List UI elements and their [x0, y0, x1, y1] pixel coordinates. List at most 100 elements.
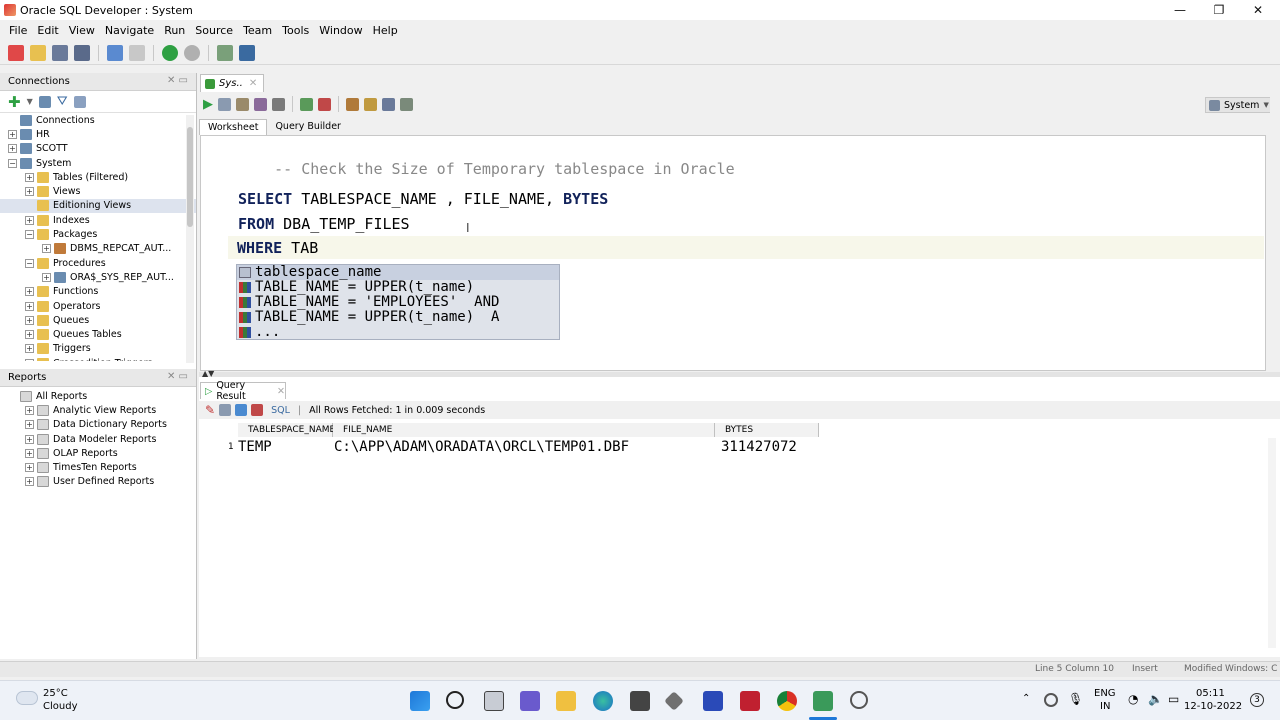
print-icon[interactable] [219, 404, 232, 416]
expand-icon[interactable]: + [42, 272, 51, 282]
app-icon[interactable] [664, 691, 684, 711]
edge-icon[interactable] [593, 691, 613, 711]
collapse-icon[interactable]: − [25, 258, 34, 268]
migration-icon[interactable] [217, 44, 233, 61]
clear-icon[interactable] [364, 97, 377, 111]
tree-item[interactable]: + HR [0, 127, 196, 141]
tree-item[interactable]: + Data Dictionary Reports [0, 418, 196, 432]
panel-close-icon[interactable]: ✕ ▭ [167, 75, 188, 86]
collapse-icon[interactable]: − [25, 230, 34, 240]
schema-browser-icon[interactable] [73, 95, 86, 108]
column-header-tablespace-name[interactable]: TABLESPACE_NAME [238, 423, 335, 437]
close-button[interactable]: ✕ [1238, 0, 1278, 20]
tree-item[interactable]: − System [0, 156, 196, 170]
result-vertical-scrollbar[interactable] [1268, 438, 1276, 648]
wifi-icon[interactable]: ◔ [1128, 692, 1138, 706]
tree-item[interactable]: + User Defined Reports [0, 475, 196, 489]
sql-link[interactable]: SQL [271, 405, 290, 416]
tree-item[interactable]: All Reports [0, 389, 196, 403]
connections-scrollbar[interactable] [186, 115, 194, 363]
expand-icon[interactable]: + [25, 187, 34, 197]
worksheet-doc-tab[interactable]: Sys.. ✕ [200, 74, 264, 92]
menu-view[interactable]: View [69, 24, 95, 37]
rollback-icon[interactable] [318, 97, 331, 111]
tab-worksheet[interactable]: Worksheet [199, 119, 268, 135]
back-icon[interactable] [162, 44, 178, 61]
task-view-icon[interactable] [484, 691, 504, 711]
menu-source[interactable]: Source [195, 24, 233, 37]
autocomplete-item[interactable]: TABLE_NAME = UPPER(t_name) A [237, 310, 559, 325]
table-row[interactable]: 1 TEMP C:\APP\ADAM\ORADATA\ORCL\TEMP01.D… [200, 439, 820, 457]
cell-bytes[interactable]: 311427072 [721, 439, 797, 455]
expand-icon[interactable]: + [25, 434, 34, 444]
tree-item[interactable]: + Data Modeler Reports [0, 432, 196, 446]
refresh-icon[interactable] [235, 404, 248, 416]
autotrace-icon[interactable] [236, 97, 249, 111]
volume-icon[interactable]: 🔈 [1148, 692, 1163, 706]
notification-badge[interactable]: 3 [1250, 693, 1264, 707]
tree-item[interactable]: + Queues [0, 313, 196, 327]
autocomplete-item[interactable]: TABLE_NAME = UPPER(t_name) [237, 280, 559, 295]
tree-item[interactable]: + Queues Tables [0, 327, 196, 341]
redo-icon[interactable] [129, 44, 145, 61]
save-all-icon[interactable] [74, 44, 90, 61]
chevron-up-icon[interactable]: ⌃ [1022, 693, 1030, 704]
tree-item[interactable]: + Tables (Filtered) [0, 170, 196, 184]
input-region[interactable]: IN [1100, 701, 1110, 712]
tree-item[interactable]: Editioning Views [0, 198, 196, 214]
scrollbar-thumb[interactable] [187, 127, 193, 227]
expand-icon[interactable]: + [42, 244, 51, 254]
tree-item[interactable]: + Functions [0, 285, 196, 299]
tree-item[interactable]: + Indexes [0, 213, 196, 227]
store-icon[interactable] [630, 691, 650, 711]
pin-icon[interactable]: ✎ [205, 403, 215, 417]
save-icon[interactable] [52, 44, 68, 61]
microphone-icon[interactable]: 🎙 [1068, 692, 1083, 706]
run-script-icon[interactable] [218, 97, 231, 111]
search-icon[interactable] [446, 691, 464, 709]
expand-icon[interactable]: + [25, 448, 34, 458]
tree-item[interactable]: + Views [0, 184, 196, 198]
menu-window[interactable]: Window [319, 24, 362, 37]
expand-icon[interactable]: + [25, 215, 34, 225]
expand-icon[interactable]: + [25, 463, 34, 473]
sql-tuning-icon[interactable] [272, 97, 285, 111]
file-explorer-icon[interactable] [556, 691, 576, 711]
cell-tablespace-name[interactable]: TEMP [238, 439, 272, 455]
menu-team[interactable]: Team [243, 24, 272, 37]
close-tab-icon[interactable]: ✕ [277, 386, 285, 397]
query-result-tab[interactable]: ▷ Query Result ✕ [200, 380, 286, 402]
tree-item[interactable]: − Procedures [0, 256, 196, 270]
expand-icon[interactable]: + [25, 420, 34, 430]
sync-icon[interactable] [1044, 693, 1058, 707]
mcafee-icon[interactable] [740, 691, 760, 711]
binoculars-icon[interactable] [239, 44, 255, 61]
sql-history-icon[interactable] [382, 97, 395, 111]
filter-icon[interactable]: ⛛ [57, 94, 68, 109]
tree-item[interactable]: + ORA$_SYS_REP_AUT... [0, 270, 196, 284]
teams-icon[interactable] [520, 691, 540, 711]
menu-navigate[interactable]: Navigate [105, 24, 154, 37]
autocomplete-item[interactable]: tablespace_name [237, 265, 559, 280]
tree-item[interactable]: + OLAP Reports [0, 446, 196, 460]
explain-plan-icon[interactable] [254, 97, 267, 111]
input-language[interactable]: ENG [1094, 688, 1116, 699]
panel-close-icon[interactable]: ✕ ▭ [167, 371, 188, 382]
tree-item[interactable]: + SCOTT [0, 142, 196, 156]
cloud-icon[interactable] [16, 691, 38, 705]
refresh-icon[interactable] [38, 95, 51, 108]
format-icon[interactable] [400, 97, 413, 111]
menu-tools[interactable]: Tools [282, 24, 309, 37]
obs-icon[interactable] [850, 691, 868, 709]
editor-app-icon[interactable] [703, 691, 723, 711]
column-header-bytes[interactable]: BYTES [715, 423, 819, 437]
expand-icon[interactable]: + [25, 301, 34, 311]
clock-time[interactable]: 05:11 [1196, 688, 1225, 699]
connection-selector[interactable]: System ▼ [1205, 97, 1271, 113]
minimize-button[interactable]: — [1160, 0, 1200, 20]
tree-item[interactable]: + Triggers [0, 342, 196, 356]
collapse-icon[interactable]: − [8, 158, 17, 168]
run-statement-icon[interactable]: ▶ [203, 97, 213, 112]
maximize-button[interactable]: ❐ [1199, 0, 1239, 20]
autocomplete-popup[interactable]: tablespace_name TABLE_NAME = UPPER(t_name… [236, 264, 560, 340]
